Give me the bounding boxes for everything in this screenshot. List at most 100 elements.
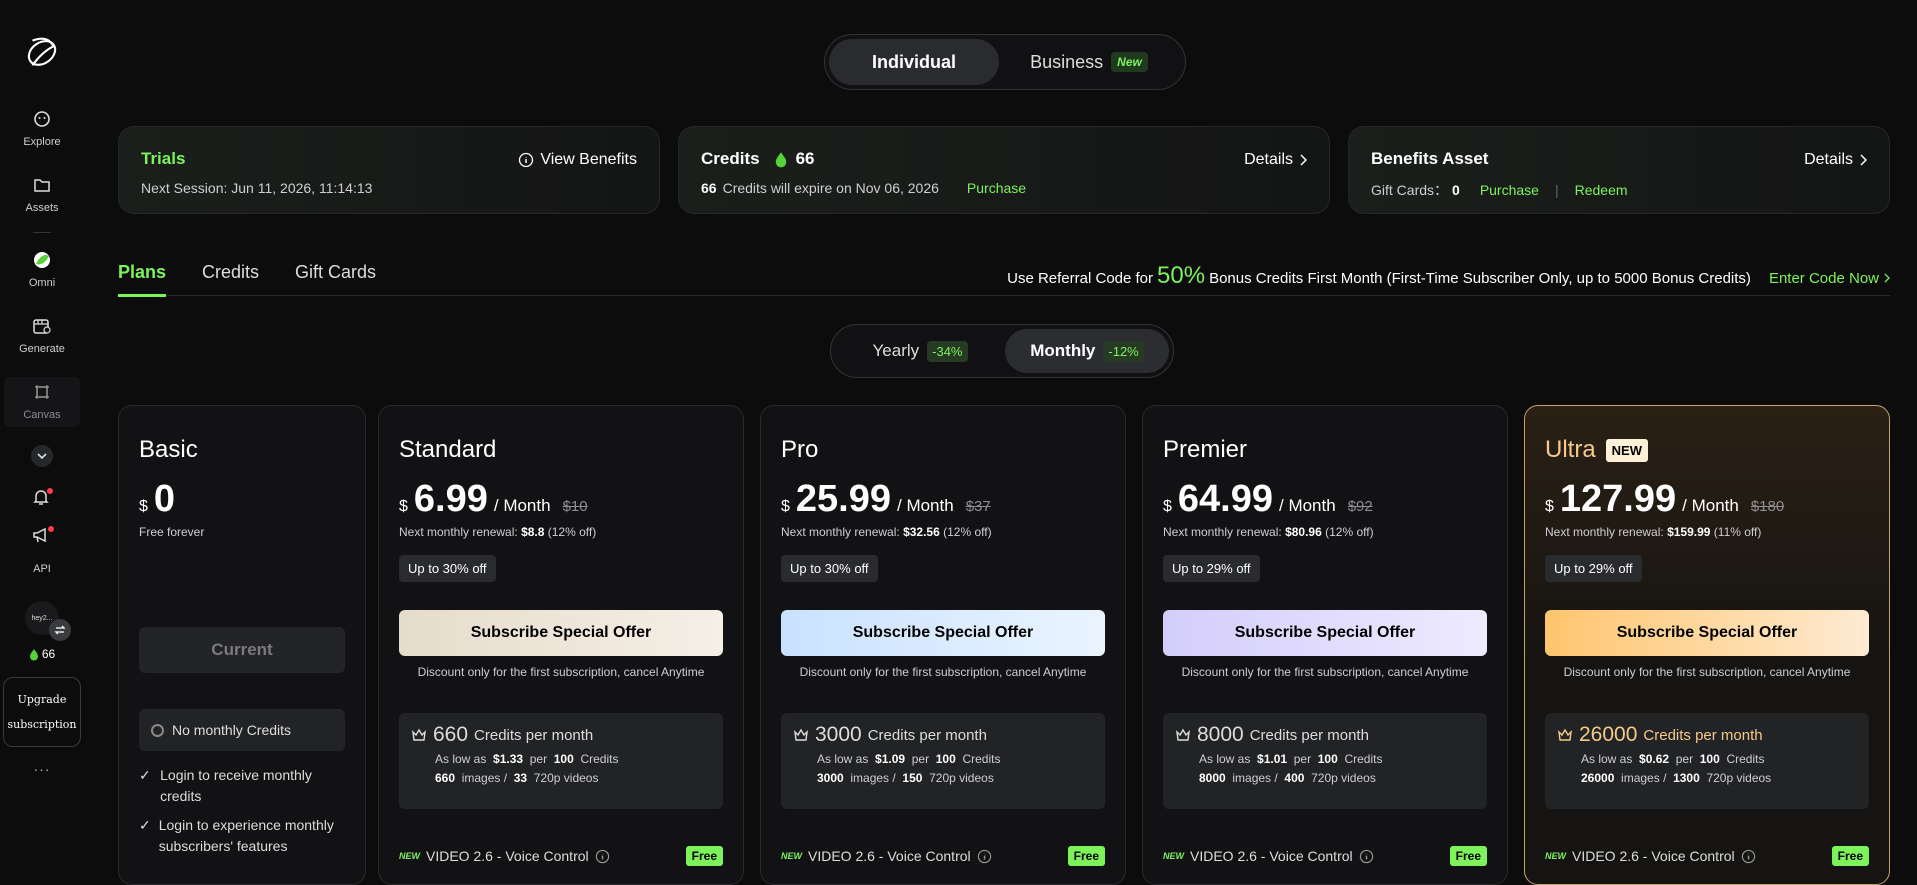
sidebar-item-label: Assets [25,202,59,214]
notifications-button[interactable] [31,487,53,509]
sidebar-item-generate[interactable]: Generate [4,315,80,355]
trials-card: Trials Next Session: Jun 11, 2026, 11:14… [118,126,660,214]
new-feature-badge: NEW [781,851,802,861]
sidebar-credits[interactable]: 66 [29,647,55,661]
separator: | [1554,182,1559,198]
monthly-label: Monthly [1030,341,1096,360]
upgrade-line1: Upgrade [17,693,67,706]
videos-word: 720p videos [533,771,599,785]
enter-code-link[interactable]: Enter Code Now [1769,270,1879,287]
subscribe-note: Discount only for the first subscription… [417,665,705,679]
as-low-as: As low as [435,752,487,766]
view-benefits-button[interactable]: View Benefits [518,151,637,169]
renewal-off: (11% off) [1713,525,1762,539]
sidebar-item-explore[interactable]: Explore [4,108,80,148]
info-icon[interactable] [1359,849,1374,864]
feature-text: Login to receive monthly credits [160,767,312,804]
new-feature-badge: NEW [399,851,420,861]
as-low-as: As low as [817,752,869,766]
per-num: 100 [1317,752,1338,766]
info-icon[interactable] [977,849,992,864]
plan-name-row: Pro [781,436,1105,464]
images-count: 26000 [1581,771,1615,785]
referral-prefix: Use Referral Code for [1007,270,1154,287]
notification-dot [47,488,53,494]
billing-period-switch: Yearly -34% Monthly -12% [830,324,1174,378]
tab-individual[interactable]: Individual [829,39,999,85]
credits-title: Credits [701,149,760,168]
currency: $ [399,498,408,515]
subscribe-button[interactable]: Subscribe Special Offer [1163,610,1487,656]
images-count: 3000 [817,771,844,785]
billing-monthly[interactable]: Monthly -12% [1005,329,1169,373]
tab-plans[interactable]: Plans [118,262,167,297]
free-forever: Free forever [139,525,205,539]
renewal-prefix: Next monthly renewal: [781,525,900,539]
discount-tag: Up to 30% off [781,555,878,582]
sidebar-item-api[interactable]: API [33,563,51,575]
renewal-prefix: Next monthly renewal: [399,525,518,539]
per-num: 100 [935,752,956,766]
tab-credits[interactable]: Credits [202,262,259,283]
purchase-credits-link[interactable]: Purchase [967,180,1026,196]
info-icon[interactable] [595,849,610,864]
renewal-amount: $8.8 [521,525,545,539]
crown-icon [1176,728,1190,741]
sidebar-item-assets[interactable]: Assets [4,174,80,214]
expand-sidebar-button[interactable] [31,445,53,467]
discount-tag: Up to 30% off [399,555,496,582]
benefits-title: Benefits Asset [1371,149,1489,168]
free-badge: Free [1449,846,1487,866]
videos-word: 720p videos [929,771,994,785]
crown-icon [794,728,808,741]
purchase-gift-link[interactable]: Purchase [1480,182,1539,198]
plan-name: Standard [399,436,497,463]
renewal-info: Next monthly renewal: $32.56 (12% off) [781,525,1105,539]
credits-line: 26000 Credits per month [1557,723,1857,747]
price-amount: 127.99 [1559,478,1677,520]
sidebar-item-omni[interactable]: Omni [4,249,80,289]
feature-text: VIDEO 2.6 - Voice Control [1190,848,1353,864]
plan-price: $ 0 [139,478,345,521]
chevron-right-icon [1860,154,1867,166]
subscribe-button[interactable]: Subscribe Special Offer [781,610,1105,656]
no-credits-row: No monthly Credits [139,709,345,751]
plan-price: $ 64.99 / Month $92 [1163,478,1487,521]
sidebar-item-canvas[interactable]: Canvas [4,377,80,427]
avatar[interactable]: hey2... [25,601,71,641]
tab-gift-cards[interactable]: Gift Cards [295,262,376,283]
app-logo-icon[interactable] [23,32,61,72]
sidebar-item-label: Omni [28,277,56,289]
price-period: / Month [897,496,954,515]
subscribe-button[interactable]: Subscribe Special Offer [1545,610,1869,656]
plan-name: Basic [139,436,198,463]
switch-account-button[interactable] [49,619,71,641]
credits-label: Credits per month [1249,726,1369,744]
info-icon[interactable] [1741,849,1756,864]
generate-icon [31,315,53,337]
free-badge: Free [685,846,723,866]
plan-price: $ 127.99 / Month $180 [1545,478,1869,521]
upgrade-subscription-button[interactable]: Upgrade subscription [3,677,81,747]
credits-details-button[interactable]: Details [1244,151,1307,169]
chevron-right-icon [1884,273,1890,283]
credits-box: 660 Credits per month As low as $1.33 pe… [399,713,723,809]
feature-text: VIDEO 2.6 - Voice Control [1572,848,1735,864]
upgrade-line2: subscription [7,718,77,731]
output-estimate: 660 images / 33 720p videos [435,771,711,785]
redeem-link[interactable]: Redeem [1575,182,1628,198]
credits-amount: 8000 [1197,723,1244,746]
credits-box: 8000 Credits per month As low as $1.01 p… [1163,713,1487,809]
free-badge: Free [1831,846,1869,866]
referral-suffix: Bonus Credits First Month (First-Time Su… [1209,270,1751,287]
benefits-details-button[interactable]: Details [1804,151,1867,169]
output-estimate: 26000 images / 1300 720p videos [1581,771,1857,785]
images-word: images / [1232,771,1278,785]
billing-yearly[interactable]: Yearly -34% [835,329,1005,373]
announcements-button[interactable] [31,525,54,547]
plan-name: Ultra [1545,436,1596,463]
low-price: $1.33 [493,752,524,766]
tab-business[interactable]: Business New [999,39,1179,85]
subscribe-button[interactable]: Subscribe Special Offer [399,610,723,656]
more-options-button[interactable]: ··· [34,761,51,777]
